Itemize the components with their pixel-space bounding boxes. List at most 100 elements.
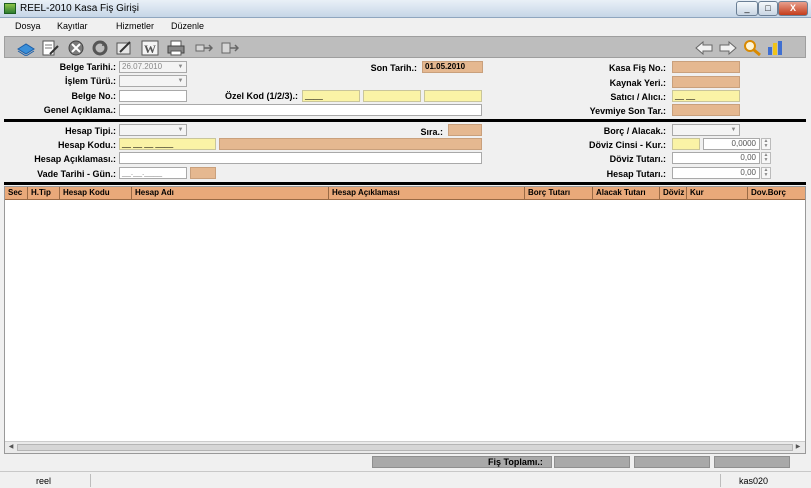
doviz-cinsi-kur-label: Döviz Cinsi - Kur.: bbox=[588, 140, 666, 150]
title-bar: REEL-2010 Kasa Fiş Girişi _ □ X bbox=[0, 0, 811, 18]
kur-spinner[interactable]: ▲ ▼ bbox=[761, 138, 771, 150]
edit-icon[interactable] bbox=[115, 40, 133, 56]
column-header-dov-borc[interactable]: Dov.Borç bbox=[748, 187, 805, 200]
column-header-hesap-kodu[interactable]: Hesap Kodu bbox=[60, 187, 132, 200]
word-icon[interactable]: W bbox=[141, 40, 159, 56]
satici-alici-label: Satıcı / Alıcı.: bbox=[610, 92, 666, 102]
kaynak-yeri-label: Kaynak Yeri.: bbox=[609, 78, 666, 88]
menu-duzenle[interactable]: Düzenle bbox=[171, 21, 204, 31]
son-tarih-label: Son Tarih.: bbox=[370, 63, 417, 73]
chevron-down-icon[interactable]: ▼ bbox=[176, 126, 185, 134]
grid-header: Sec H.Tip Hesap Kodu Hesap Adı Hesap Açı… bbox=[5, 187, 805, 200]
form-area: Belge Tarihi.: 26.07.2010 ▼ İşlem Türü.:… bbox=[4, 59, 806, 186]
menu-dosya[interactable]: Dosya bbox=[15, 21, 41, 31]
column-header-hesap-adi[interactable]: Hesap Adı bbox=[132, 187, 329, 200]
hesap-aciklamasi-field[interactable] bbox=[119, 152, 482, 164]
islem-turu-label: İşlem Türü.: bbox=[64, 76, 116, 86]
doviz-tutari-spinner[interactable]: ▲ ▼ bbox=[761, 152, 771, 164]
ozel-kod-1-field[interactable]: ____ bbox=[302, 90, 360, 102]
hesap-kodu-field[interactable]: __ __ __ ____ bbox=[119, 138, 216, 150]
maximize-button[interactable]: □ bbox=[758, 1, 778, 16]
chevron-down-icon[interactable]: ▼ bbox=[729, 126, 738, 134]
print-icon[interactable] bbox=[167, 40, 185, 56]
column-header-doviz[interactable]: Döviz bbox=[660, 187, 687, 200]
chevron-down-icon[interactable]: ▼ bbox=[176, 63, 185, 71]
status-user: reel bbox=[36, 476, 52, 486]
hesap-tutari-field[interactable]: 0,00 ▲ ▼ bbox=[672, 167, 771, 179]
ozel-kod-label: Özel Kod (1/2/3).: bbox=[224, 91, 298, 101]
sira-label: Sıra.: bbox=[420, 127, 443, 137]
satici-alici-field[interactable]: __ __ bbox=[672, 90, 740, 102]
hesap-kodu-label: Hesap Kodu.: bbox=[57, 140, 116, 150]
vade-tarihi-field[interactable]: __.__.____ bbox=[119, 167, 187, 179]
entries-grid[interactable]: Sec H.Tip Hesap Kodu Hesap Adı Hesap Açı… bbox=[4, 186, 806, 454]
search-icon[interactable] bbox=[743, 40, 761, 57]
kasa-fis-no-label: Kasa Fiş No.: bbox=[608, 63, 666, 73]
genel-aciklama-field[interactable] bbox=[119, 104, 482, 116]
hesap-tipi-label: Hesap Tipi.: bbox=[65, 126, 116, 136]
genel-aciklama-label: Genel Açıklama.: bbox=[43, 105, 116, 115]
total-alacak-field bbox=[634, 456, 710, 468]
kur-field[interactable]: 0,0000 ▲ ▼ bbox=[703, 138, 771, 150]
belge-no-field[interactable] bbox=[119, 90, 187, 102]
belge-no-label: Belge No.: bbox=[71, 91, 116, 101]
belge-tarihi-label: Belge Tarihi.: bbox=[59, 62, 116, 72]
section-divider bbox=[4, 182, 806, 185]
previous-arrow-icon[interactable] bbox=[695, 40, 713, 56]
export-icon[interactable] bbox=[195, 40, 214, 56]
status-bar: reel kas020 bbox=[0, 471, 811, 488]
horizontal-scrollbar[interactable]: ◀ ▶ bbox=[5, 441, 805, 453]
yevmiye-son-tar-field[interactable] bbox=[672, 104, 740, 116]
ozel-kod-3-field[interactable] bbox=[424, 90, 482, 102]
chevron-down-icon[interactable]: ▼ bbox=[176, 77, 185, 85]
scroll-left-icon[interactable]: ◀ bbox=[6, 443, 16, 452]
ozel-kod-2-field[interactable] bbox=[363, 90, 421, 102]
doviz-tutari-value: 0,00 bbox=[740, 153, 756, 162]
menu-bar: Dosya Kayıtlar Hizmetler Düzenle bbox=[0, 18, 811, 35]
minimize-button[interactable]: _ bbox=[736, 1, 758, 16]
islem-turu-select[interactable]: ▼ bbox=[119, 75, 187, 87]
scroll-right-icon[interactable]: ▶ bbox=[793, 443, 803, 452]
doviz-tutari-field[interactable]: 0,00 ▲ ▼ bbox=[672, 152, 771, 164]
app-icon bbox=[4, 3, 16, 14]
status-divider bbox=[90, 474, 91, 487]
edit-document-icon[interactable] bbox=[41, 40, 59, 56]
column-header-sec[interactable]: Sec bbox=[5, 187, 28, 200]
column-header-alacak-tutari[interactable]: Alacak Tutarı bbox=[593, 187, 660, 200]
scrollbar-thumb[interactable] bbox=[17, 444, 793, 451]
column-header-hesap-aciklamasi[interactable]: Hesap Açıklaması bbox=[329, 187, 525, 200]
hesap-tutari-label: Hesap Tutarı.: bbox=[606, 169, 666, 179]
toolbar: W bbox=[4, 36, 806, 58]
vade-gun-field[interactable] bbox=[190, 167, 216, 179]
new-record-icon[interactable] bbox=[17, 40, 35, 57]
refresh-icon[interactable] bbox=[91, 40, 109, 56]
delete-icon[interactable] bbox=[67, 40, 85, 56]
status-divider bbox=[720, 474, 721, 487]
kasa-fis-no-field[interactable] bbox=[672, 61, 740, 73]
menu-hizmetler[interactable]: Hizmetler bbox=[116, 21, 154, 31]
kur-value: 0,0000 bbox=[731, 139, 756, 148]
hesap-aciklamasi-label: Hesap Açıklaması.: bbox=[34, 154, 116, 164]
next-arrow-icon[interactable] bbox=[719, 40, 737, 56]
hesap-tutari-value: 0,00 bbox=[740, 168, 756, 177]
column-header-borc-tutari[interactable]: Borç Tutarı bbox=[525, 187, 593, 200]
son-tarih-field[interactable]: 01.05.2010 bbox=[422, 61, 483, 73]
total-borc-field bbox=[554, 456, 630, 468]
kaynak-yeri-field[interactable] bbox=[672, 76, 740, 88]
borc-alacak-label: Borç / Alacak.: bbox=[603, 126, 666, 136]
doviz-cinsi-field[interactable] bbox=[672, 138, 700, 150]
hesap-tipi-select[interactable]: ▼ bbox=[119, 124, 187, 136]
column-header-h-tip[interactable]: H.Tip bbox=[28, 187, 60, 200]
vade-tarihi-gun-label: Vade Tarihi - Gün.: bbox=[37, 169, 116, 179]
menu-kayitlar[interactable]: Kayıtlar bbox=[57, 21, 88, 31]
transfer-icon[interactable] bbox=[221, 40, 240, 56]
section-divider bbox=[4, 119, 806, 122]
column-header-kur[interactable]: Kur bbox=[687, 187, 748, 200]
totals-bar: Fiş Toplamı.: bbox=[4, 455, 806, 469]
close-button[interactable]: X bbox=[778, 1, 808, 16]
borc-alacak-select[interactable]: ▼ bbox=[672, 124, 740, 136]
hesap-tutari-spinner[interactable]: ▲ ▼ bbox=[761, 167, 771, 179]
belge-tarihi-field[interactable]: 26.07.2010 ▼ bbox=[119, 61, 187, 73]
bar-chart-icon[interactable] bbox=[767, 40, 785, 56]
sira-field[interactable] bbox=[448, 124, 482, 136]
